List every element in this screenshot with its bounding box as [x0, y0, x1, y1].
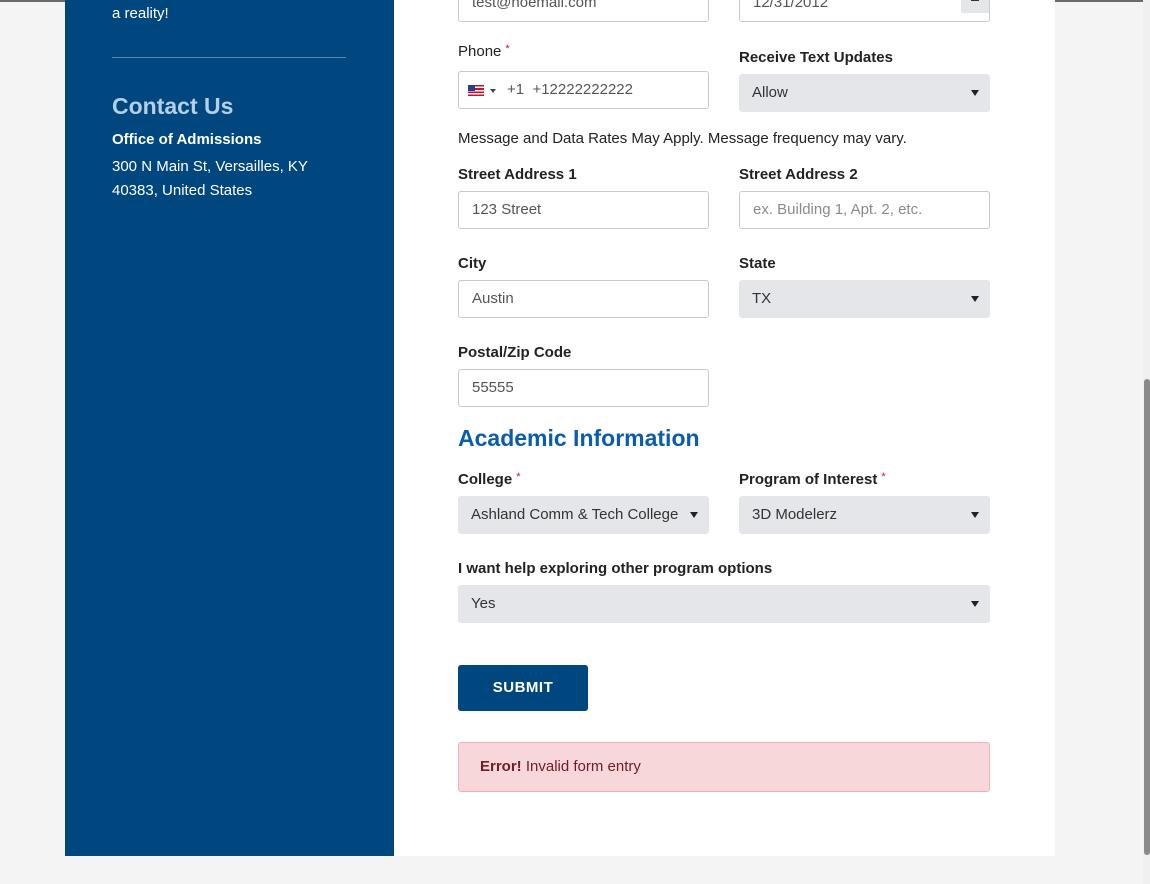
error-strong: Error!: [480, 758, 522, 775]
phone-number: +12222222222: [532, 81, 633, 98]
college-value: Ashland Comm & Tech College: [471, 506, 679, 523]
text-updates-value: Allow: [752, 84, 788, 101]
submit-button[interactable]: SUBMIT: [458, 665, 588, 711]
error-message: Invalid form entry: [525, 758, 641, 775]
email-field[interactable]: test@noemail.com: [458, 0, 709, 22]
street1-label: Street Address 1: [458, 166, 577, 183]
city-input[interactable]: Austin: [458, 280, 709, 318]
street1-value: 123 Street: [472, 201, 542, 218]
error-alert: Error! Invalid form entry: [458, 742, 990, 792]
program-label-text: Program of Interest: [739, 471, 878, 488]
phone-country-code: +1: [507, 81, 525, 98]
state-select[interactable]: TX: [739, 280, 990, 318]
explore-value: Yes: [471, 595, 496, 612]
text-updates-select[interactable]: Allow: [739, 74, 990, 112]
college-select[interactable]: Ashland Comm & Tech College: [458, 496, 709, 534]
phone-label-text: Phone: [458, 43, 502, 60]
academic-heading: Academic Information: [458, 425, 700, 451]
office-name: Office of Admissions: [112, 131, 262, 148]
city-label: City: [458, 255, 487, 272]
street2-input[interactable]: ex. Building 1, Apt. 2, etc.: [739, 191, 990, 229]
explore-select[interactable]: Yes: [458, 585, 990, 623]
postal-label: Postal/Zip Code: [458, 344, 572, 361]
dropdown-caret-icon: [690, 512, 698, 518]
email-value: test@noemail.com: [472, 0, 597, 11]
date-field[interactable]: 12/31/2012: [739, 0, 990, 22]
explore-label: I want help exploring other program opti…: [458, 560, 773, 577]
sidebar: a reality! Contact Us Office of Admissio…: [65, 0, 394, 856]
street2-label: Street Address 2: [739, 166, 858, 183]
us-flag-icon[interactable]: [468, 85, 484, 96]
chevron-down-icon[interactable]: [490, 89, 496, 93]
contact-heading: Contact Us: [112, 93, 234, 119]
state-value: TX: [752, 290, 772, 307]
program-label: Program of Interest *: [739, 471, 886, 488]
rates-notice: Message and Data Rates May Apply. Messag…: [458, 130, 907, 147]
street2-placeholder: ex. Building 1, Apt. 2, etc.: [753, 201, 923, 218]
required-marker: *: [516, 471, 521, 483]
program-value: 3D Modelerz: [752, 506, 838, 523]
dropdown-caret-icon: [971, 601, 979, 607]
sidebar-tail-text: a reality!: [112, 5, 169, 22]
postal-input[interactable]: 55555: [458, 369, 709, 407]
state-label: State: [739, 255, 776, 272]
required-marker: *: [505, 43, 510, 55]
dropdown-caret-icon: [971, 90, 979, 96]
required-marker: *: [881, 471, 886, 483]
city-value: Austin: [472, 290, 514, 307]
date-value: 12/31/2012: [753, 0, 829, 11]
office-address: 300 N Main St, Versailles, KY 40383, Uni…: [112, 158, 308, 199]
calendar-icon[interactable]: [961, 0, 989, 13]
phone-input[interactable]: +1 +12222222222: [458, 71, 709, 109]
college-label: College *: [458, 471, 520, 488]
program-select[interactable]: 3D Modelerz: [739, 496, 990, 534]
dropdown-caret-icon: [971, 512, 979, 518]
scrollbar-thumb[interactable]: [1144, 379, 1150, 855]
postal-value: 55555: [472, 379, 514, 396]
dropdown-caret-icon: [971, 296, 979, 302]
text-updates-label: Receive Text Updates: [739, 49, 893, 66]
college-label-text: College: [458, 471, 513, 488]
street1-input[interactable]: 123 Street: [458, 191, 709, 229]
phone-label: Phone *: [458, 43, 510, 60]
sidebar-divider: [112, 57, 346, 58]
phone-value: +1 +12222222222: [507, 72, 633, 108]
